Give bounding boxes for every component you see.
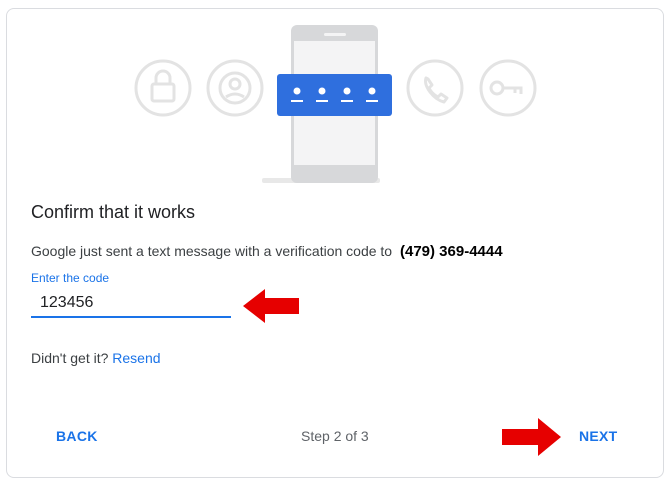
didnt-get-it-text: Didn't get it? [31, 350, 109, 366]
message-text: Google just sent a text message with a v… [31, 243, 393, 259]
code-field-label: Enter the code [31, 271, 110, 285]
code-input[interactable]: 123456 [31, 290, 231, 318]
person-icon [206, 59, 264, 117]
back-button[interactable]: BACK [56, 428, 98, 444]
phone-call-icon [406, 59, 464, 117]
arrow-right-annotation [502, 418, 561, 456]
step-indicator: Step 2 of 3 [301, 428, 369, 444]
page-title: Confirm that it works [31, 202, 196, 222]
password-banner [277, 74, 392, 116]
code-input-value[interactable]: 123456 [40, 294, 93, 312]
verification-message: Google just sent a text message with a v… [31, 243, 503, 260]
resend-link[interactable]: Resend [112, 350, 160, 366]
key-icon [479, 59, 537, 117]
phone-number: (479) 369-4444 [399, 243, 503, 260]
lock-icon [134, 59, 192, 117]
next-button[interactable]: NEXT [579, 428, 618, 444]
arrow-left-annotation [243, 289, 299, 323]
didnt-get-it-line: Didn't get it? Resend [31, 350, 161, 366]
hero-illustration [134, 25, 537, 183]
